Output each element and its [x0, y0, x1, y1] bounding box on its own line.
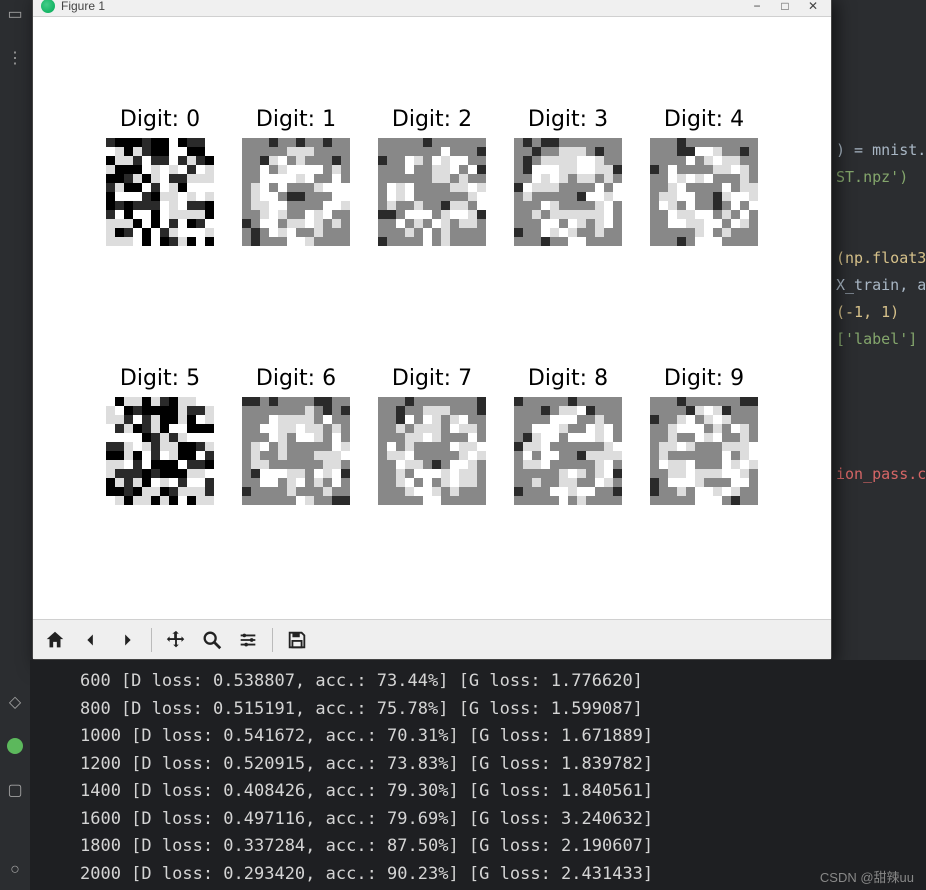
- digit-cell-9: Digit: 9: [646, 366, 762, 505]
- terminal-output[interactable]: 600 [D loss: 0.538807, acc.: 73.44%] [G …: [30, 660, 926, 890]
- code-line: ['label']: [836, 330, 917, 348]
- toolbar-separator: [272, 628, 273, 652]
- code-line: ST.npz'): [836, 168, 908, 186]
- digit-image-5: [106, 397, 214, 505]
- digits-grid: Digit: 0 Digit: 1 Digit: 2 Digit: 3 Digi…: [102, 107, 762, 505]
- code-line: ) = mnist.: [836, 141, 926, 159]
- code-line: ion_pass.c: [836, 465, 926, 483]
- terminal-line: 2000 [D loss: 0.293420, acc.: 90.23%] [G…: [80, 864, 653, 884]
- digit-cell-7: Digit: 7: [374, 366, 490, 505]
- digit-image-8: [514, 397, 622, 505]
- digit-title: Digit: 1: [256, 107, 336, 132]
- digit-cell-3: Digit: 3: [510, 107, 626, 246]
- digit-cell-8: Digit: 8: [510, 366, 626, 505]
- run-icon[interactable]: ◇: [5, 692, 25, 712]
- digit-image-2: [378, 138, 486, 246]
- digit-cell-1: Digit: 1: [238, 107, 354, 246]
- digit-title: Digit: 3: [528, 107, 608, 132]
- digit-cell-0: Digit: 0: [102, 107, 218, 246]
- terminal-line: 1400 [D loss: 0.408426, acc.: 79.30%] [G…: [80, 781, 653, 801]
- digit-title: Digit: 5: [120, 366, 200, 391]
- figure-canvas: Digit: 0 Digit: 1 Digit: 2 Digit: 3 Digi…: [33, 17, 831, 619]
- forward-icon[interactable]: [113, 626, 141, 654]
- zoom-icon[interactable]: [198, 626, 226, 654]
- window-minimize-button[interactable]: −: [747, 0, 767, 14]
- digit-title: Digit: 4: [664, 107, 744, 132]
- figure-toolbar: [33, 619, 831, 659]
- terminal-line: 800 [D loss: 0.515191, acc.: 75.78%] [G …: [80, 699, 643, 719]
- project-icon[interactable]: ▭: [5, 4, 25, 24]
- digit-image-9: [650, 397, 758, 505]
- terminal-line: 1800 [D loss: 0.337284, acc.: 87.50%] [G…: [80, 836, 653, 856]
- back-icon[interactable]: [77, 626, 105, 654]
- digit-title: Digit: 0: [120, 107, 200, 132]
- window-maximize-button[interactable]: □: [775, 0, 795, 14]
- digit-title: Digit: 9: [664, 366, 744, 391]
- configure-subplots-icon[interactable]: [234, 626, 262, 654]
- digit-image-6: [242, 397, 350, 505]
- digit-image-0: [106, 138, 214, 246]
- digit-title: Digit: 6: [256, 366, 336, 391]
- structure-icon[interactable]: ⋮: [5, 48, 25, 68]
- code-peek: ) = mnist. ST.npz') (np.float3 X_train, …: [836, 110, 926, 515]
- matplotlib-icon: [41, 0, 55, 13]
- ide-left-rail: ▭ ⋮ ◇ ▢ ○: [0, 0, 30, 890]
- code-line: X_train, a: [836, 276, 926, 294]
- pan-icon[interactable]: [162, 626, 190, 654]
- digit-title: Digit: 7: [392, 366, 472, 391]
- digit-cell-5: Digit: 5: [102, 366, 218, 505]
- digit-title: Digit: 8: [528, 366, 608, 391]
- digit-image-1: [242, 138, 350, 246]
- digit-image-7: [378, 397, 486, 505]
- digit-cell-6: Digit: 6: [238, 366, 354, 505]
- terminal-line: 600 [D loss: 0.538807, acc.: 73.44%] [G …: [80, 671, 643, 691]
- digit-image-4: [650, 138, 758, 246]
- terminal-line: 1200 [D loss: 0.520915, acc.: 73.83%] [G…: [80, 754, 653, 774]
- digit-image-3: [514, 138, 622, 246]
- window-close-button[interactable]: ✕: [803, 0, 823, 14]
- toolbar-separator: [151, 628, 152, 652]
- digit-cell-4: Digit: 4: [646, 107, 762, 246]
- figure-window: Figure 1 − □ ✕ Digit: 0 Digit: 1 Digit: …: [32, 0, 832, 660]
- code-line: (-1, 1): [836, 303, 899, 321]
- figure-titlebar[interactable]: Figure 1 − □ ✕: [33, 0, 831, 17]
- terminal-line: 1000 [D loss: 0.541672, acc.: 70.31%] [G…: [80, 726, 653, 746]
- watermark: CSDN @甜辣uu: [820, 867, 914, 886]
- digit-cell-2: Digit: 2: [374, 107, 490, 246]
- git-icon[interactable]: [5, 736, 25, 756]
- terminal-line: 1600 [D loss: 0.497116, acc.: 79.69%] [G…: [80, 809, 653, 829]
- problems-icon[interactable]: ○: [5, 860, 25, 880]
- figure-title: Figure 1: [61, 0, 105, 13]
- code-line: (np.float3: [836, 249, 926, 267]
- digit-title: Digit: 2: [392, 107, 472, 132]
- terminal-rail-icon[interactable]: ▢: [5, 780, 25, 800]
- home-icon[interactable]: [41, 626, 69, 654]
- save-icon[interactable]: [283, 626, 311, 654]
